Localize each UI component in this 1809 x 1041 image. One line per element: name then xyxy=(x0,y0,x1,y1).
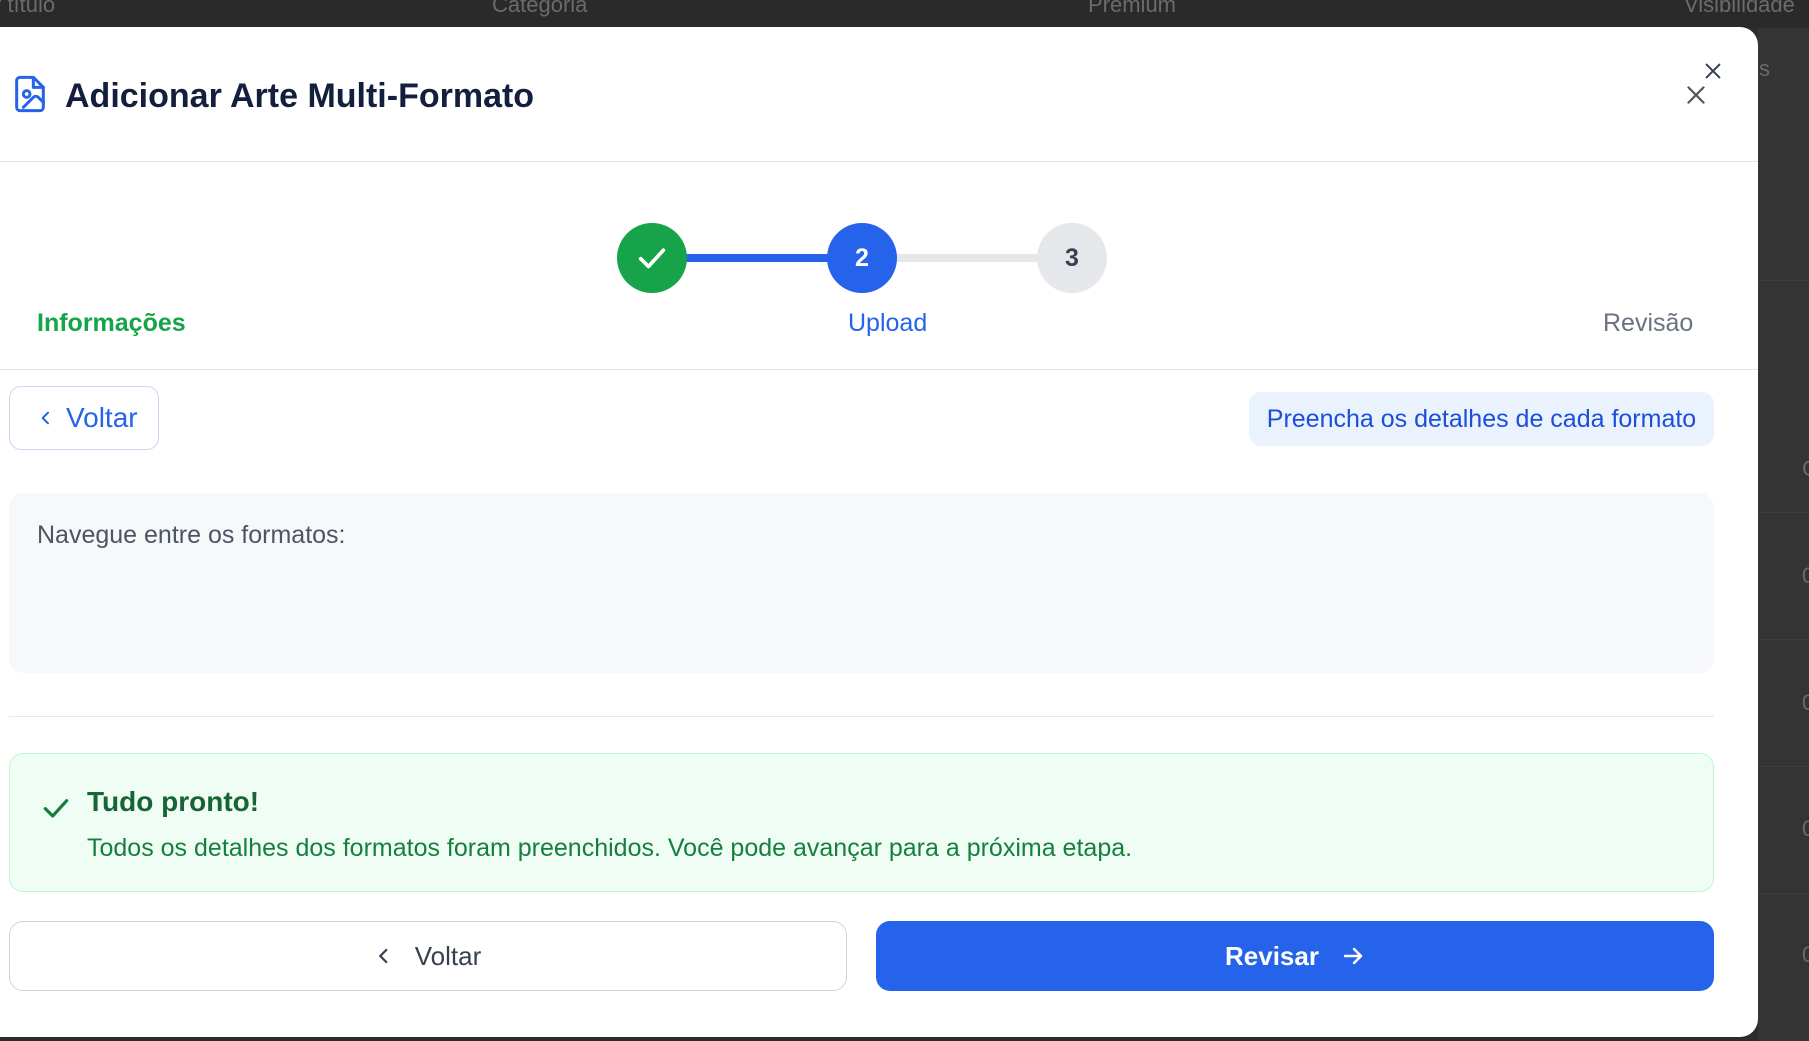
background-table-header: r título Categoria Premium Visibilidade xyxy=(0,0,1809,28)
bg-row-char: 0 xyxy=(1802,942,1809,967)
divider xyxy=(9,716,1714,717)
back-button[interactable]: Voltar xyxy=(9,921,847,991)
ready-title: Tudo pronto! xyxy=(87,786,260,817)
bg-row-char: 0 xyxy=(1802,816,1809,841)
bg-header-visibility: Visibilidade xyxy=(1684,0,1795,17)
bg-row-divider xyxy=(1758,639,1809,640)
bg-row-char: C xyxy=(1802,456,1809,482)
back-button-label: Voltar xyxy=(414,940,482,971)
check-icon xyxy=(43,799,69,818)
format-navigation-label: Navegue entre os formatos: xyxy=(37,521,346,549)
format-navigation-box: Navegue entre os formatos: xyxy=(9,493,1714,673)
back-button-small[interactable]: Voltar xyxy=(9,386,159,450)
bg-row-divider xyxy=(1758,893,1809,894)
background-table-side xyxy=(1758,28,1809,1041)
close-icon[interactable] xyxy=(1683,82,1709,108)
modal-title: Adicionar Arte Multi-Formato xyxy=(65,77,535,115)
bg-row-char: 0 xyxy=(1802,690,1809,715)
step-connector-completed xyxy=(683,254,829,262)
bg-side-fragment: s xyxy=(1759,56,1770,81)
add-art-modal: Adicionar Arte Multi-Formato 2 3 Informa… xyxy=(0,27,1758,1037)
stepper: 2 3 Informações Upload Revisão xyxy=(0,161,1758,370)
check-icon xyxy=(638,248,666,269)
modal-header: Adicionar Arte Multi-Formato xyxy=(0,27,1758,162)
step-label-revisao: Revisão xyxy=(1603,309,1694,337)
chevron-left-icon xyxy=(378,948,388,964)
close-icon[interactable] xyxy=(1702,60,1724,82)
image-file-icon xyxy=(15,75,45,113)
bg-row-divider xyxy=(1758,512,1809,513)
hint-badge: Preencha os detalhes de cada formato xyxy=(1249,392,1714,446)
bg-row-divider xyxy=(1758,766,1809,767)
step-3-pending: 3 xyxy=(1037,223,1107,293)
arrow-right-icon xyxy=(1343,947,1363,965)
review-button-label: Revisar xyxy=(1225,940,1319,971)
ready-text: Todos os detalhes dos formatos foram pre… xyxy=(87,834,1133,862)
bg-row-divider xyxy=(1758,280,1809,281)
bg-row-char: 0 xyxy=(1802,563,1809,588)
step-label-upload: Upload xyxy=(848,309,928,337)
review-button[interactable]: Revisar xyxy=(876,921,1714,991)
step-label-informacoes: Informações xyxy=(37,309,186,337)
step-connector-pending xyxy=(893,254,1039,262)
back-small-label: Voltar xyxy=(66,402,138,433)
bg-header-category: Categoria xyxy=(492,0,588,17)
chevron-left-icon xyxy=(41,411,49,425)
step-1-completed xyxy=(617,223,687,293)
ready-alert: Tudo pronto! Todos os detalhes dos forma… xyxy=(9,753,1714,892)
bg-header-title: r título xyxy=(0,0,56,17)
bg-header-premium: Premium xyxy=(1088,0,1177,17)
step-2-current: 2 xyxy=(827,223,897,293)
